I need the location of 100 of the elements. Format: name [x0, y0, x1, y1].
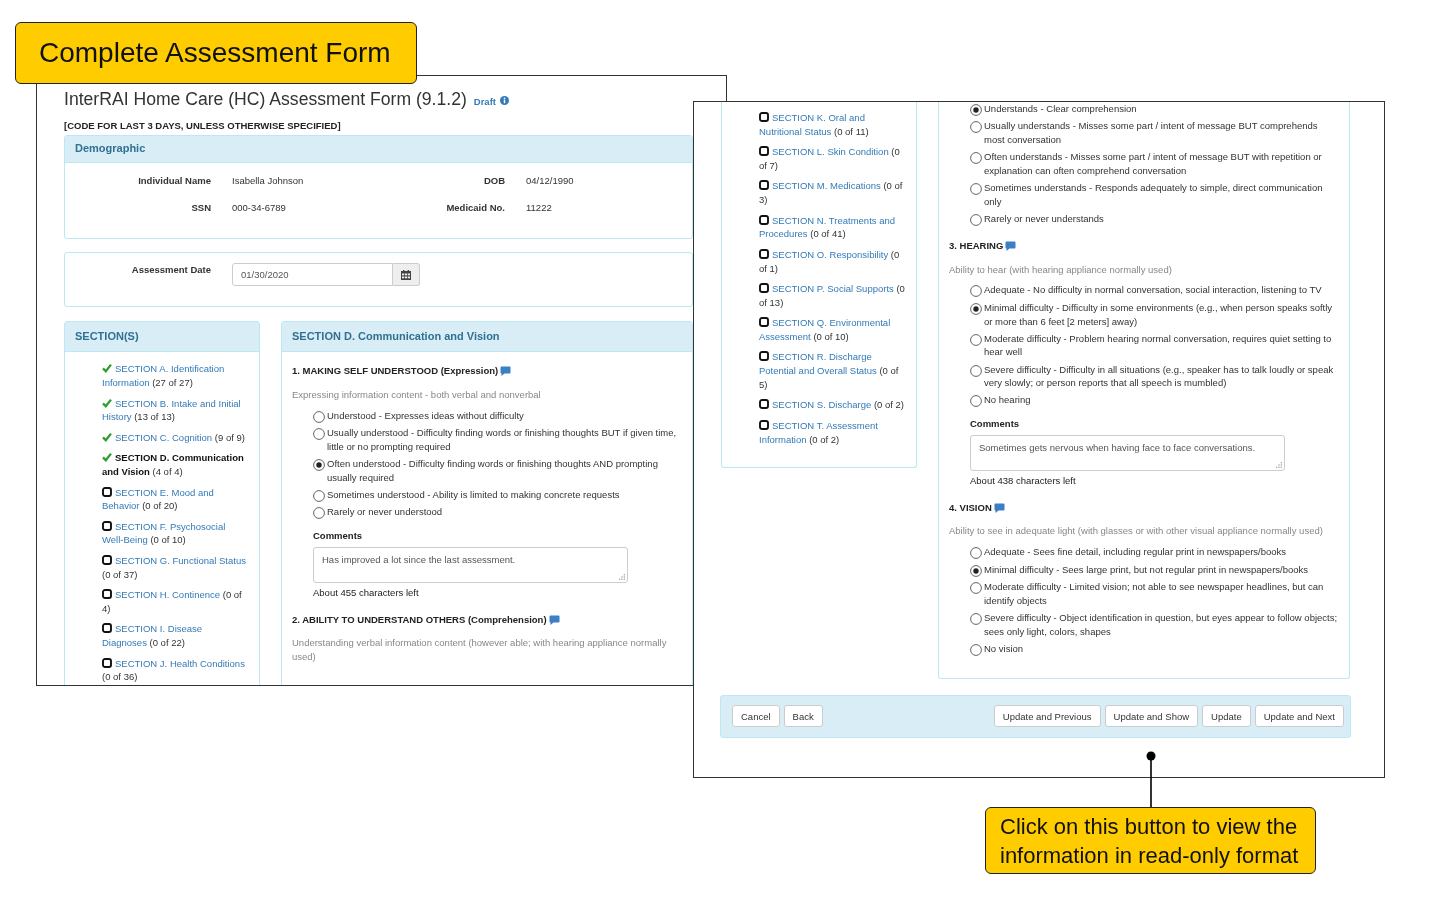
field-label: Medicaid No. [445, 200, 505, 215]
option-label: Usually understands - Misses some part / intent of message BUT comprehends most conversation [984, 119, 1319, 147]
radio-button[interactable] [970, 183, 982, 196]
section-link[interactable]: SECTION C. Cognition (9 of 9) [102, 430, 248, 445]
question-hint: Ability to see in adequate light (with glasses or with other visual appliance normally used) [949, 524, 1324, 539]
option-label: Understands - Clear comprehension [984, 102, 1137, 116]
section-link[interactable]: SECTION M. Medications (0 of 3) [759, 179, 905, 207]
radio-button[interactable] [970, 364, 982, 377]
option-label: Moderate difficulty - Limited vision; not able to see newspaper headlines, but can identify objects [984, 580, 1325, 608]
date-field[interactable]: 01/30/2020 [232, 263, 393, 287]
section-link[interactable]: SECTION I. Disease Diagnoses (0 of 22) [102, 622, 248, 650]
section-link[interactable]: SECTION K. Oral and Nutritional Status (0 of 11) [759, 111, 905, 139]
radio-button[interactable] [970, 152, 982, 165]
radio-button[interactable] [970, 643, 982, 656]
char-count-text: About 438 characters left [970, 474, 1077, 488]
resize-grip-icon[interactable] [619, 574, 625, 581]
option-label: Adequate - Sees fine detail, including regular print in newspapers/books [984, 545, 1287, 559]
char-count-text: About 455 characters left [313, 586, 420, 600]
speech-bubble-icon[interactable] [1005, 240, 1017, 251]
field-value: 11222 [526, 200, 553, 215]
speech-bubble-icon[interactable] [993, 502, 1005, 513]
action-button[interactable]: Update and Previous [993, 705, 1101, 728]
panel-heading: SECTION D. Communication and Vision [282, 322, 692, 353]
action-button[interactable]: Cancel [732, 705, 780, 728]
panel-heading: Demographic [65, 135, 692, 163]
option-label: Understood - Expresses ideas without difficulty [327, 408, 524, 423]
radio-button[interactable] [970, 213, 982, 226]
option-label: Often understood - Difficulty finding words or finishing thoughts AND prompting usually required [327, 457, 659, 485]
section-link[interactable]: SECTION S. Discharge (0 of 2) [759, 398, 905, 413]
field-value: 04/12/1990 [526, 173, 575, 188]
radio-button[interactable] [313, 410, 325, 423]
question-hint: Ability to hear (with hearing appliance normally used) [949, 262, 1173, 277]
speech-bubble-icon[interactable] [500, 366, 512, 377]
action-button[interactable]: Update [1202, 705, 1251, 728]
radio-button[interactable] [970, 302, 982, 315]
panel-heading: SECTION(S) [65, 322, 259, 353]
option-label: No hearing [984, 393, 1031, 408]
radio-button[interactable] [970, 395, 982, 408]
section-link[interactable]: SECTION B. Intake and Initial History (13 of 13) [102, 396, 248, 424]
radio-button[interactable] [970, 612, 982, 625]
calendar-icon [401, 269, 411, 280]
field-label: Individual Name [137, 173, 211, 188]
action-button[interactable]: Back [783, 705, 823, 728]
section-link[interactable]: SECTION T. Assessment Information (0 of 2) [759, 418, 905, 447]
section-link[interactable]: SECTION P. Social Supports (0 of 13) [759, 282, 905, 310]
option-label: Severe difficulty - Difficulty in all situations (e.g., speaker has to talk loudly or speak very slowly; or person reports that all speech is mumbled) [984, 362, 1335, 390]
field-value: Isabella Johnson [232, 173, 305, 188]
option-label: Rarely or never understood [327, 505, 443, 520]
radio-button[interactable] [970, 285, 982, 298]
section-link[interactable]: SECTION N. Treatments and Procedures (0 of 41) [759, 213, 905, 241]
section-link[interactable]: SECTION D. Communication and Vision (4 of 4) [102, 451, 248, 479]
section-link[interactable]: SECTION G. Functional Status (0 of 37) [102, 553, 248, 582]
radio-button[interactable] [313, 428, 325, 441]
section-link[interactable]: SECTION E. Mood and Behavior (0 of 20) [102, 485, 248, 513]
comment-field[interactable]: Sometimes gets nervous when having face to face conversations. [970, 435, 1285, 472]
radio-button[interactable] [970, 582, 982, 595]
speech-bubble-icon[interactable] [548, 614, 560, 625]
calendar-button[interactable] [393, 263, 420, 287]
question-title: 2. ABILITY TO UNDERSTAND OTHERS (Comprehension) [292, 612, 547, 627]
comments-label: Comments [970, 417, 1021, 432]
option-label: Severe difficulty - Object identification in question, but eyes appear to follow objects; sees only light, colors, shapes [984, 610, 1339, 639]
field-label: DOB [482, 173, 505, 188]
annotation-callout: Complete Assessment Form [15, 22, 417, 84]
section-link[interactable]: SECTION L. Skin Condition (0 of 7) [759, 145, 905, 173]
field-value: 000-34-6789 [232, 200, 287, 215]
section-link[interactable]: SECTION J. Health Conditions (0 of 36) [102, 656, 248, 684]
radio-button[interactable] [313, 489, 325, 502]
option-label: Minimal difficulty - Sees large print, but not regular print in newspapers/books [984, 562, 1309, 577]
option-label: Adequate - No difficulty in normal conversation, social interaction, listening to TV [984, 283, 1322, 298]
option-label: Sometimes understands - Responds adequately to simple, direct communication only [984, 181, 1324, 209]
comment-field[interactable]: Has improved a lot since the last assessment. [313, 547, 628, 584]
section-link[interactable]: SECTION A. Identification Information (27 of 27) [102, 362, 248, 390]
field-label: Assessment Date [130, 263, 211, 278]
radio-button[interactable] [970, 104, 982, 116]
option-label: Often understands - Misses some part / intent of message BUT with repetition or explanation can often comprehend conversation [984, 150, 1323, 178]
action-button[interactable]: Update and Show [1104, 705, 1199, 728]
section-link[interactable]: SECTION O. Responsibility (0 of 1) [759, 247, 905, 276]
radio-button[interactable] [970, 333, 982, 346]
action-button[interactable]: Update and Next [1254, 705, 1344, 728]
option-label: No vision [984, 641, 1024, 656]
question-title: 1. MAKING SELF UNDERSTOOD (Expression) [292, 364, 499, 379]
section-link[interactable]: SECTION R. Discharge Potential and Overall Status (0 of 5) [759, 350, 905, 392]
radio-button[interactable] [313, 459, 325, 472]
section-link[interactable]: SECTION H. Continence (0 of 4) [102, 588, 248, 616]
radio-button[interactable] [313, 507, 325, 520]
question-title: 3. HEARING [949, 238, 1004, 253]
comments-label: Comments [313, 529, 364, 544]
option-label: Rarely or never understands [984, 211, 1104, 226]
option-label: Minimal difficulty - Difficulty in some environments (e.g., when person speaks softly or more than 6 feet [2 meters] away) [984, 300, 1334, 329]
section-link[interactable]: SECTION F. Psychosocial Well-Being (0 of 10) [102, 519, 248, 548]
field-label: SSN [190, 200, 211, 215]
radio-button[interactable] [970, 121, 982, 134]
status-label: Draft [473, 95, 496, 109]
callout-connector [1146, 751, 1156, 807]
section-link[interactable]: SECTION Q. Environmental Assessment (0 of 10) [759, 316, 905, 344]
radio-button[interactable] [970, 547, 982, 560]
resize-grip-icon[interactable] [1276, 462, 1282, 469]
option-label: Usually understood - Difficulty finding words or finishing thoughts BUT if given time, little or no prompting required [327, 426, 678, 454]
radio-button[interactable] [970, 564, 982, 577]
question-hint: Understanding verbal information content (however able; with hearing appliance normally used) [292, 636, 668, 664]
